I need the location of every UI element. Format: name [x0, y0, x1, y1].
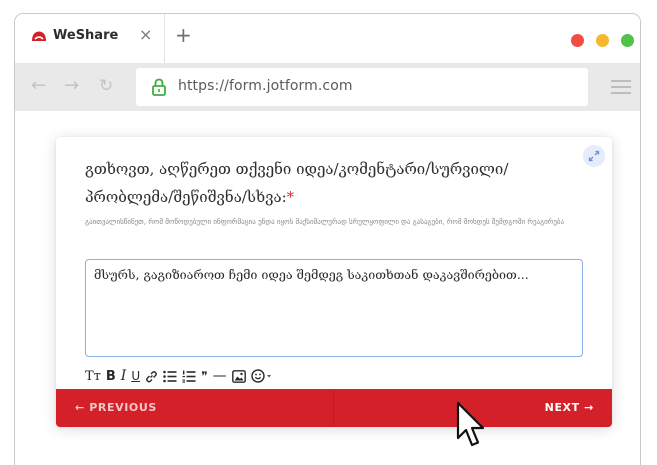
underline-icon[interactable]: U: [131, 366, 140, 386]
bullet-list-icon[interactable]: [163, 366, 177, 386]
italic-icon[interactable]: I: [121, 366, 127, 386]
window-close-dot[interactable]: [571, 34, 584, 47]
back-arrow-icon[interactable]: ←: [31, 75, 46, 97]
next-button[interactable]: NEXT →: [545, 401, 594, 414]
tab-title: WeShare: [53, 28, 119, 43]
form-card: გთხოვთ, აღწერეთ თქვენი იდეა/კომენტარი/სუ…: [56, 137, 612, 427]
question-text: გთხოვთ, აღწერეთ თქვენი იდეა/კომენტარი/სუ…: [85, 160, 509, 206]
rich-text-toolbar: Tт B I U ❞ —: [85, 365, 278, 387]
new-tab-icon[interactable]: +: [175, 24, 192, 46]
weshare-logo-icon: [32, 31, 46, 41]
mouse-pointer-icon: [456, 401, 485, 447]
link-icon[interactable]: [145, 366, 158, 386]
reload-icon[interactable]: ↻: [99, 75, 113, 97]
required-asterisk: *: [286, 188, 295, 206]
browser-tab[interactable]: WeShare ×: [15, 14, 165, 63]
image-icon[interactable]: [231, 366, 246, 386]
window-minimize-dot[interactable]: [596, 34, 609, 47]
footer-divider: [333, 389, 334, 427]
browser-titlebar: WeShare × +: [15, 14, 640, 63]
url-text: https://form.jotform.com: [178, 78, 353, 94]
browser-window: WeShare × + ← → ↻ https://form.jotform.c…: [14, 13, 641, 465]
page-content: გთხოვთ, აღწერეთ თქვენი იდეა/კომენტარი/სუ…: [15, 111, 640, 465]
numbered-list-icon[interactable]: [182, 366, 196, 386]
lock-icon: [152, 78, 166, 96]
bold-icon[interactable]: B: [106, 366, 116, 386]
form-footer: ← PREVIOUS NEXT →: [56, 389, 612, 427]
expand-icon[interactable]: [583, 145, 605, 167]
forward-arrow-icon[interactable]: →: [64, 75, 79, 97]
address-bar[interactable]: https://form.jotform.com: [136, 68, 588, 106]
window-maximize-dot[interactable]: [621, 34, 634, 47]
quote-icon[interactable]: ❞: [201, 366, 207, 386]
answer-textarea[interactable]: მსურს, გაგიზიაროთ ჩემი იდეა შემდეგ საკით…: [85, 259, 583, 357]
hamburger-menu-icon[interactable]: [611, 80, 631, 94]
browser-toolbar: ← → ↻ https://form.jotform.com: [15, 63, 640, 111]
question-label: გთხოვთ, აღწერეთ თქვენი იდეა/კომენტარი/სუ…: [85, 155, 555, 211]
text-size-icon[interactable]: Tт: [85, 366, 101, 386]
emoji-icon[interactable]: [250, 366, 273, 386]
previous-button[interactable]: ← PREVIOUS: [75, 401, 157, 414]
horizontal-rule-icon[interactable]: —: [213, 366, 227, 386]
tab-close-icon[interactable]: ×: [139, 26, 152, 44]
question-sublabel: გაითვალისწინეთ, რომ მოწოდებული ინფორმაცი…: [85, 218, 565, 226]
